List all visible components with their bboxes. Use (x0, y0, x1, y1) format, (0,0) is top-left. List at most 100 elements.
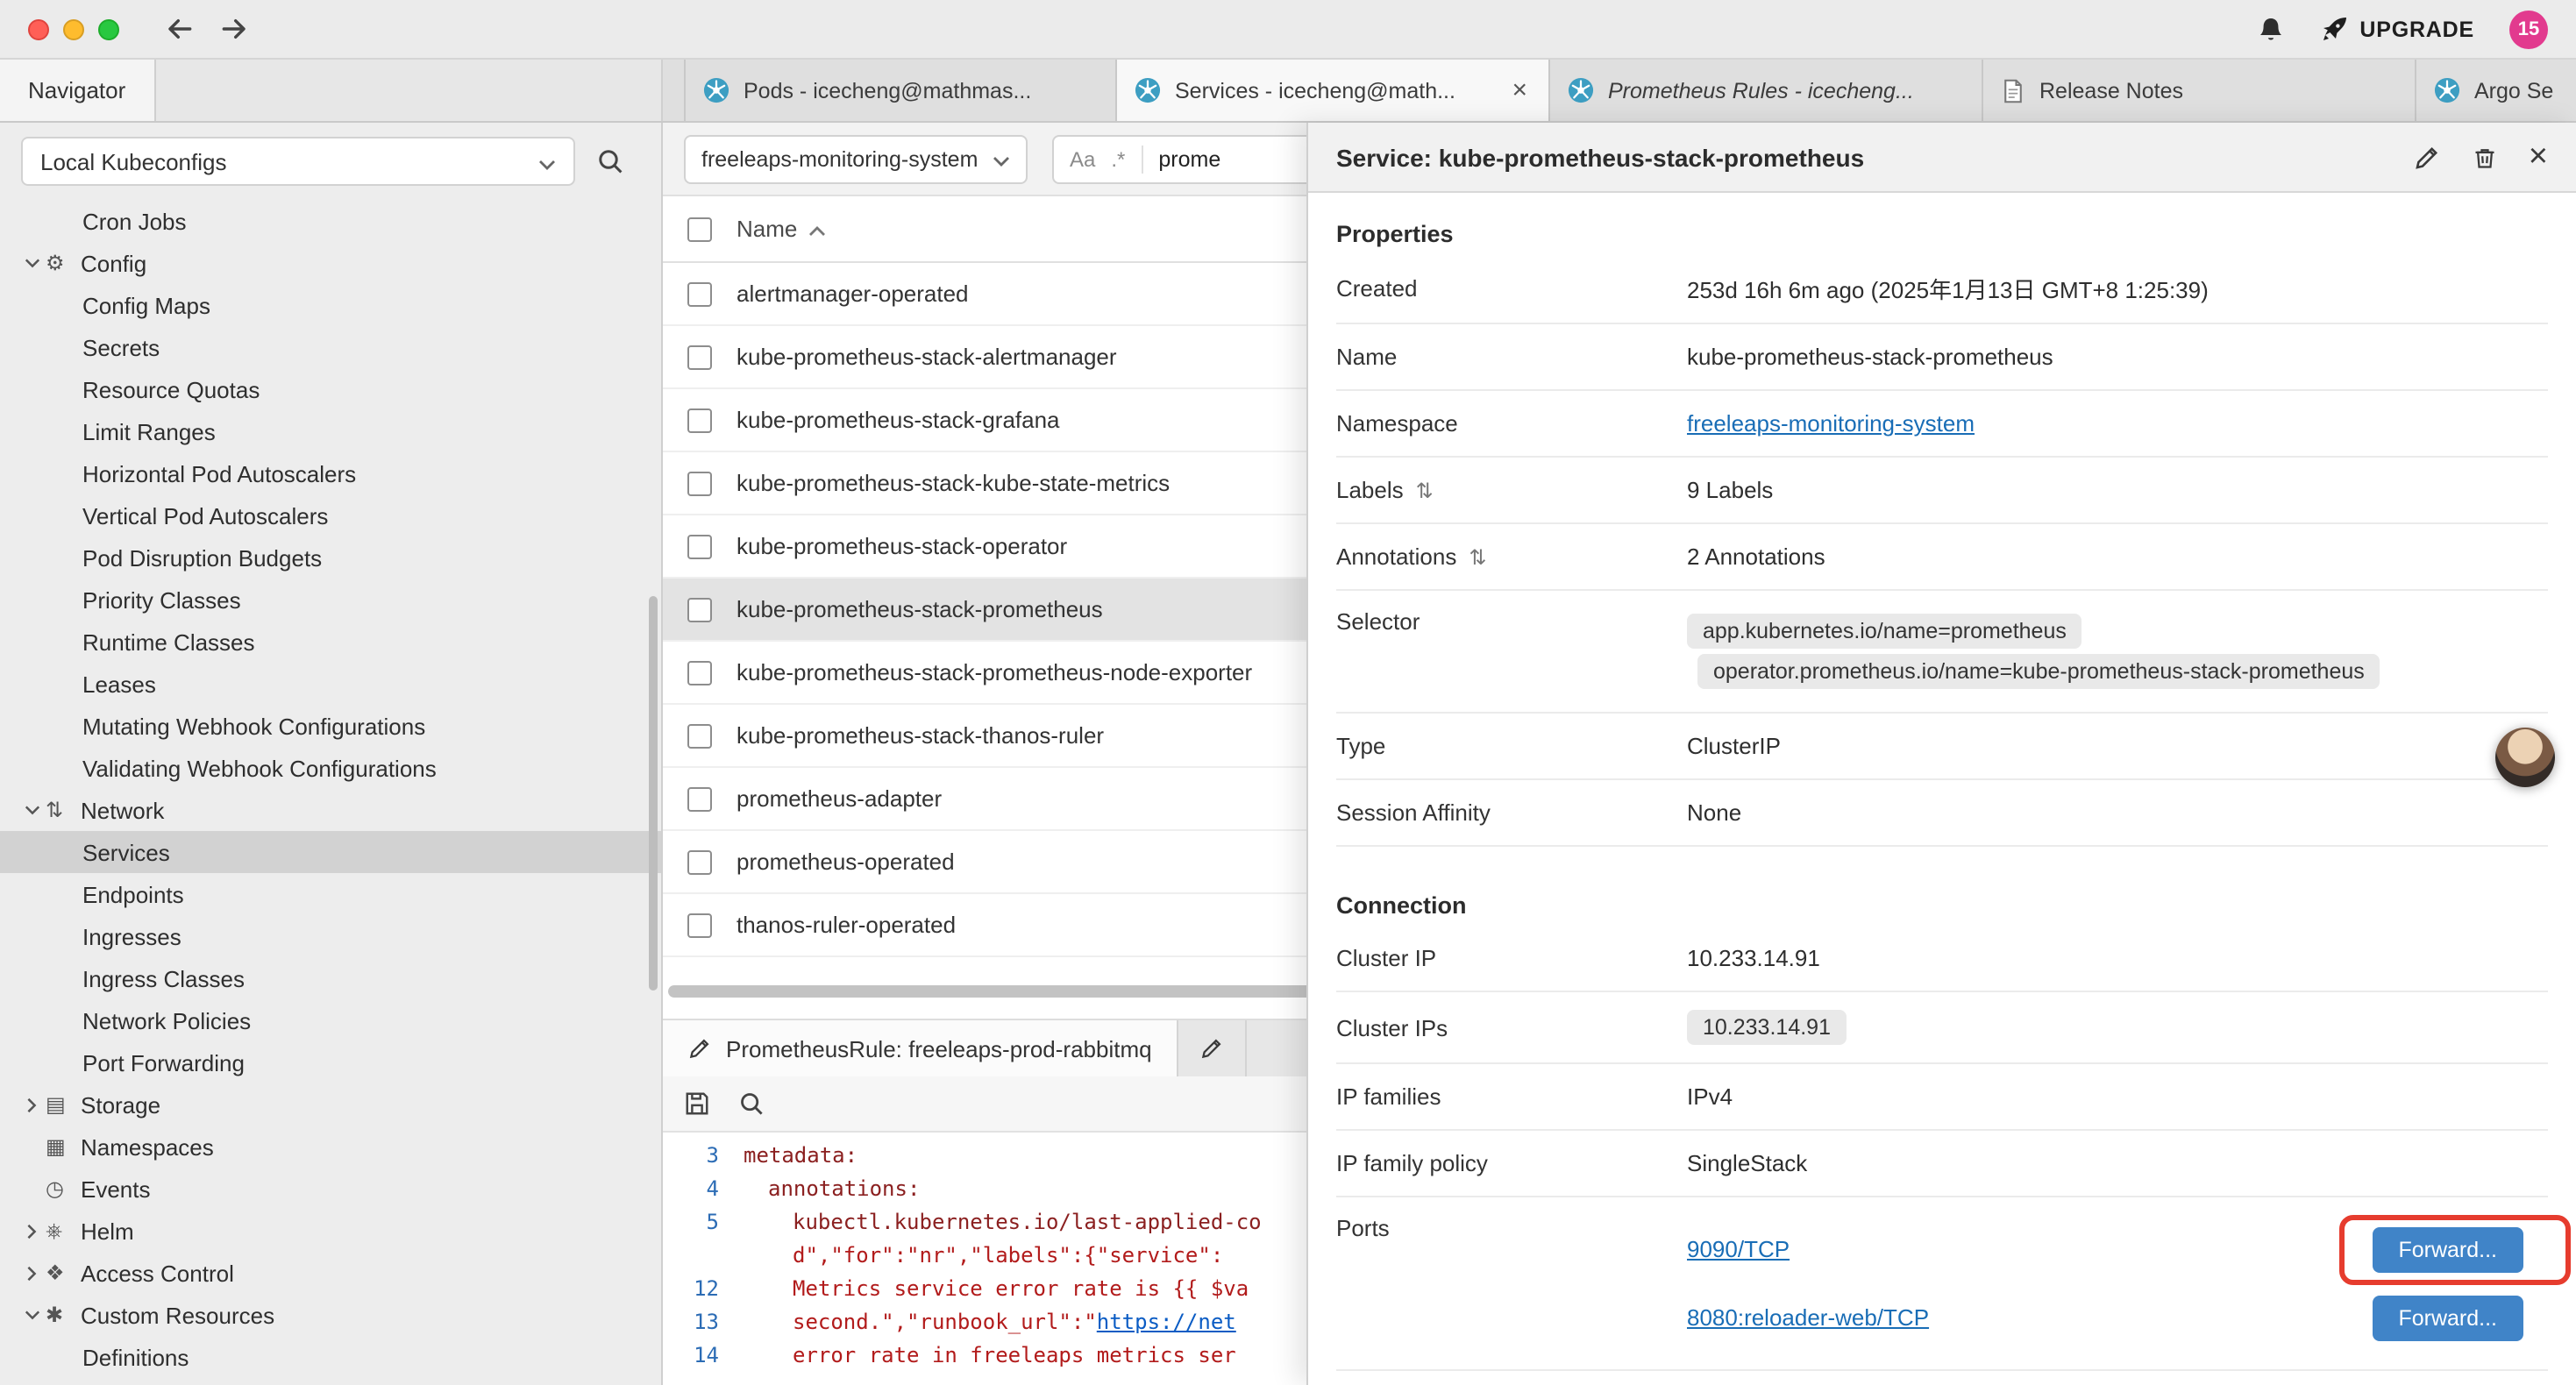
row-name: kube-prometheus-stack-grafana (737, 407, 1060, 433)
row-checkbox[interactable] (687, 471, 712, 495)
row-checkbox[interactable] (687, 344, 712, 369)
row-checkbox[interactable] (687, 281, 712, 306)
forward-button[interactable]: Forward... (2372, 1295, 2523, 1340)
upgrade-button[interactable]: UPGRADE (2319, 15, 2474, 43)
sidebar-item-vertical-pod-autoscalers[interactable]: Vertical Pod Autoscalers (0, 494, 661, 536)
zoom-window-button[interactable] (98, 18, 119, 39)
kubeconfig-dropdown[interactable]: Local Kubeconfigs (21, 137, 575, 186)
navigator-panel-tab[interactable]: Navigator (0, 60, 155, 121)
chevron-right-icon[interactable] (18, 1223, 46, 1239)
row-checkbox[interactable] (687, 534, 712, 558)
sidebar-item-config[interactable]: ⚙Config (0, 242, 661, 284)
sidebar-item-ingress-classes[interactable]: Ingress Classes (0, 957, 661, 999)
forward-button[interactable]: Forward... (2372, 1226, 2523, 1272)
back-button[interactable] (165, 14, 195, 44)
sidebar-item-definitions[interactable]: Definitions (0, 1336, 661, 1378)
drawer-row-selector: Selectorapp.kubernetes.io/name=prometheu… (1336, 591, 2548, 714)
namespace-link[interactable]: freeleaps-monitoring-system (1687, 410, 1975, 437)
sidebar-item-secrets[interactable]: Secrets (0, 326, 661, 368)
sidebar-item-label: Endpoints (82, 881, 184, 907)
sidebar-item-pod-disruption-budgets[interactable]: Pod Disruption Budgets (0, 536, 661, 579)
sidebar-item-access-control[interactable]: ❖Access Control (0, 1252, 661, 1294)
port-link[interactable]: 9090/TCP (1687, 1236, 1790, 1262)
tab-release-notes[interactable]: Release Notes (1983, 60, 2416, 121)
sidebar-item-validating-webhook-configurations[interactable]: Validating Webhook Configurations (0, 747, 661, 789)
sidebar-item-horizontal-pod-autoscalers[interactable]: Horizontal Pod Autoscalers (0, 452, 661, 494)
tab-pods-icecheng-mathmas[interactable]: Pods - icecheng@mathmas... (684, 60, 1117, 121)
sidebar-item-label: Horizontal Pod Autoscalers (82, 460, 356, 487)
drawer-row-value-text: IPv4 (1687, 1083, 1733, 1110)
close-tab-icon[interactable]: × (1508, 75, 1531, 105)
notification-count-badge[interactable]: 15 (2509, 10, 2548, 48)
port-link[interactable]: 8080:reloader-web/TCP (1687, 1304, 1929, 1331)
properties-section-title: Properties (1336, 221, 2548, 247)
drawer-row-label-text: Type (1336, 733, 1385, 759)
sidebar-item-helm[interactable]: ⎈Helm (0, 1210, 661, 1252)
row-checkbox[interactable] (687, 913, 712, 937)
sidebar-item-resource-quotas[interactable]: Resource Quotas (0, 368, 661, 410)
close-drawer-icon[interactable]: × (2529, 140, 2548, 174)
sort-toggle-icon[interactable]: ⇅ (1416, 478, 1434, 502)
navigator-tree: Cron Jobs⚙ConfigConfig MapsSecrets Resour… (0, 200, 661, 1378)
drawer-row-value-text: 9 Labels (1687, 477, 1773, 503)
row-checkbox[interactable] (687, 408, 712, 432)
close-window-button[interactable] (28, 18, 49, 39)
chevron-right-icon[interactable] (18, 1097, 46, 1112)
drawer-row-cluster-ip: Cluster IP10.233.14.91 (1336, 926, 2548, 992)
sidebar-item-namespaces[interactable]: ▦Namespaces (0, 1126, 661, 1168)
save-icon[interactable] (684, 1090, 710, 1117)
sort-toggle-icon[interactable]: ⇅ (1469, 544, 1486, 569)
sidebar-item-config-maps[interactable]: Config Maps (0, 284, 661, 326)
minimize-window-button[interactable] (63, 18, 84, 39)
editor-search-icon[interactable] (738, 1090, 765, 1117)
row-checkbox[interactable] (687, 723, 712, 748)
sidebar-item-leases[interactable]: Leases (0, 663, 661, 705)
sidebar-item-cron-jobs[interactable]: Cron Jobs (0, 200, 661, 242)
tab-prometheus-rules-icecheng[interactable]: Prometheus Rules - icecheng... (1550, 60, 1983, 121)
tab-services-icecheng-math[interactable]: Services - icecheng@math...× (1117, 60, 1550, 121)
custom-resources-icon: ✱ (46, 1303, 81, 1327)
sidebar-item-mutating-webhook-configurations[interactable]: Mutating Webhook Configurations (0, 705, 661, 747)
sidebar-item-ingresses[interactable]: Ingresses (0, 915, 661, 957)
chevron-right-icon[interactable] (18, 1265, 46, 1281)
sidebar-search-icon[interactable] (596, 147, 624, 175)
sidebar-item-label: Resource Quotas (82, 376, 260, 402)
sidebar-item-storage[interactable]: ▤Storage (0, 1083, 661, 1126)
tab-argo-se[interactable]: Argo Se (2416, 60, 2576, 121)
sidebar-scrollbar-thumb[interactable] (649, 596, 658, 991)
row-checkbox[interactable] (687, 660, 712, 685)
match-case-toggle[interactable]: Aa (1070, 146, 1095, 171)
row-name: kube-prometheus-stack-thanos-ruler (737, 722, 1104, 749)
row-checkbox[interactable] (687, 597, 712, 621)
sidebar-item-label: Events (81, 1175, 151, 1202)
sidebar-item-priority-classes[interactable]: Priority Classes (0, 579, 661, 621)
chevron-down-icon[interactable] (18, 258, 46, 268)
chevron-down-icon[interactable] (18, 1310, 46, 1320)
drawer-row-value: IPv4 (1687, 1083, 2548, 1110)
sidebar-item-network-policies[interactable]: Network Policies (0, 999, 661, 1041)
regex-toggle[interactable]: .* (1111, 146, 1125, 171)
forward-button[interactable] (219, 14, 249, 44)
navigator-sidebar: Local Kubeconfigs Cron Jobs⚙ConfigConfig… (0, 123, 663, 1385)
row-checkbox[interactable] (687, 786, 712, 811)
select-all-checkbox[interactable] (687, 217, 712, 241)
sidebar-item-limit-ranges[interactable]: Limit Ranges (0, 410, 661, 452)
namespace-filter-dropdown[interactable]: freeleaps-monitoring-system (684, 134, 1028, 183)
sidebar-item-services[interactable]: Services (0, 831, 661, 873)
sidebar-item-port-forwarding[interactable]: Port Forwarding (0, 1041, 661, 1083)
notifications-bell-icon[interactable] (2256, 15, 2284, 43)
sidebar-item-network[interactable]: ⇅Network (0, 789, 661, 831)
sidebar-item-runtime-classes[interactable]: Runtime Classes (0, 621, 661, 663)
sidebar-item-endpoints[interactable]: Endpoints (0, 873, 661, 915)
dock-tab-2[interactable] (1178, 1020, 1247, 1076)
floating-avatar[interactable] (2495, 728, 2555, 787)
sidebar-item-events[interactable]: ◷Events (0, 1168, 661, 1210)
dock-tab-prometheusrule[interactable]: PrometheusRule: freeleaps-prod-rabbitmq (663, 1020, 1178, 1076)
drawer-row-label: IP family policy (1336, 1150, 1687, 1176)
row-checkbox[interactable] (687, 849, 712, 874)
edit-pencil-icon[interactable] (2413, 143, 2441, 171)
delete-trash-icon[interactable] (2473, 143, 2497, 171)
sidebar-item-custom-resources[interactable]: ✱Custom Resources (0, 1294, 661, 1336)
chevron-down-icon[interactable] (18, 805, 46, 815)
name-column-header[interactable]: Name (737, 216, 825, 242)
